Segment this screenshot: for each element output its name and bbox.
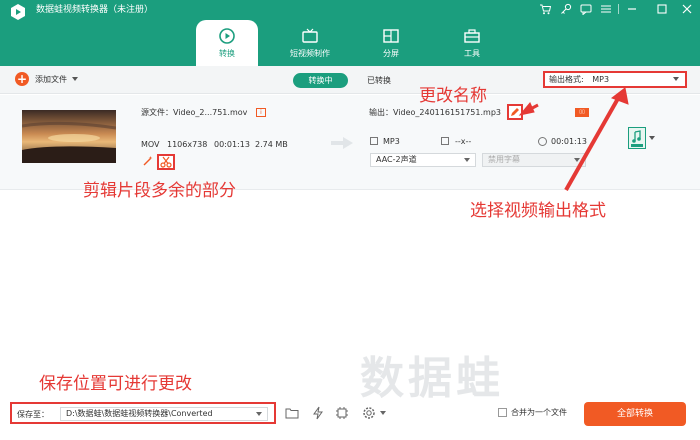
- save-to-label: 保存至：: [17, 410, 49, 419]
- settings-gear-icon[interactable]: [362, 406, 376, 420]
- save-path-select[interactable]: D:\数据蛙\数据蛙视频转换器\Converted: [60, 407, 268, 421]
- chevron-down-icon[interactable]: [380, 411, 386, 415]
- hardware-acceleration-icon[interactable]: [335, 406, 349, 420]
- merge-label: 合并为一个文件: [511, 408, 567, 417]
- watermark-text: 数据蛙: [360, 353, 504, 404]
- annotation-arrows: [518, 87, 629, 191]
- save-location-group: 保存至： D:\数据蛙\数据蛙视频转换器\Converted: [10, 402, 276, 424]
- lightning-off-icon[interactable]: [311, 406, 325, 420]
- footer-bar: 保存至： D:\数据蛙\数据蛙视频转换器\Converted 合并为一个文件 全…: [0, 398, 700, 440]
- merge-option[interactable]: 合并为一个文件: [498, 407, 567, 418]
- merge-checkbox[interactable]: [498, 408, 507, 417]
- arrow-to-output-format: [564, 94, 622, 191]
- save-path-value: D:\数据蛙\数据蛙视频转换器\Converted: [66, 409, 213, 418]
- arrow-head: [518, 102, 535, 116]
- folder-icon[interactable]: [285, 406, 299, 420]
- chevron-down-icon: [256, 412, 262, 416]
- convert-all-button[interactable]: 全部转换: [584, 402, 686, 426]
